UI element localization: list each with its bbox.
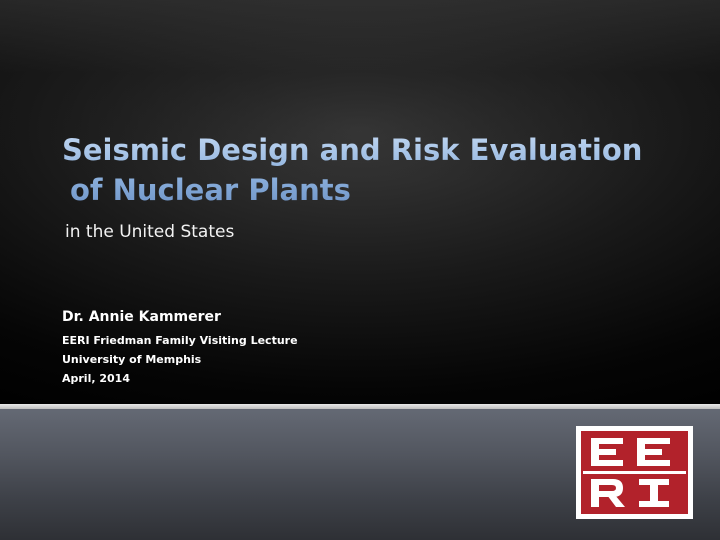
event-name: EERI Friedman Family Visiting Lecture <box>62 334 298 347</box>
eeri-logo-mark <box>581 431 688 514</box>
author-block: Dr. Annie Kammerer EERI Friedman Family … <box>62 309 298 388</box>
slide-subtitle: in the United States <box>65 222 235 242</box>
slide-title: Seismic Design and Risk Evaluation of Nu… <box>62 130 662 210</box>
author-name: Dr. Annie Kammerer <box>62 309 221 325</box>
institution: University of Memphis <box>62 353 202 366</box>
title-slide: Seismic Design and Risk Evaluation of Nu… <box>0 0 720 540</box>
title-line-1: Seismic Design and Risk Evaluation <box>62 133 643 167</box>
title-line-2: of Nuclear Plants <box>70 173 351 207</box>
eeri-logo <box>576 426 693 519</box>
presentation-date: April, 2014 <box>62 372 130 385</box>
